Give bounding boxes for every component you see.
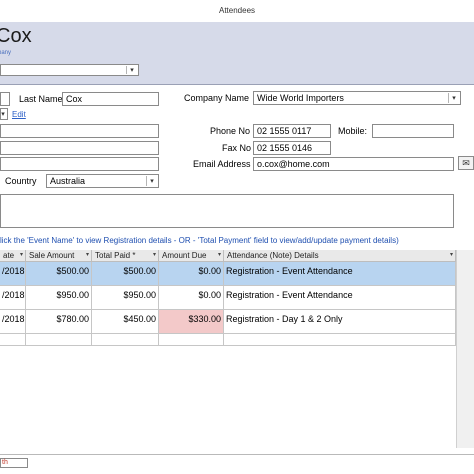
amount-due-cell[interactable]: $330.00 <box>159 310 224 333</box>
sale-amount-cell[interactable]: $950.00 <box>26 286 92 309</box>
sale-amount-cell[interactable]: $780.00 <box>26 310 92 333</box>
total-paid-cell[interactable]: $500.00 <box>92 262 159 285</box>
empty-cell[interactable] <box>159 334 224 345</box>
country-value: Australia <box>50 176 86 186</box>
column-header-amount-due[interactable]: Amount Due ▾ <box>159 250 224 262</box>
chevron-down-icon[interactable]: ▾ <box>146 176 157 186</box>
amount-due-cell[interactable]: $0.00 <box>159 262 224 285</box>
empty-cell[interactable] <box>92 334 159 345</box>
title-combo[interactable]: ▾ <box>0 108 8 120</box>
fax-field[interactable]: 02 1555 0146 <box>253 141 331 155</box>
footer-divider <box>0 454 474 455</box>
mobile-label: Mobile: <box>338 126 368 136</box>
window-title: Attendees <box>0 0 474 23</box>
header-divider <box>0 84 474 85</box>
attendance-details-cell[interactable]: Registration - Event Attendance <box>224 262 456 285</box>
email-field[interactable]: o.cox@home.com <box>253 157 454 171</box>
address-line-3-field[interactable] <box>0 157 159 171</box>
column-header-sale-amount[interactable]: Sale Amount ▾ <box>26 250 92 262</box>
company-name-value: Wide World Importers <box>257 93 344 103</box>
first-name-field[interactable] <box>0 92 10 106</box>
record-selector-combo[interactable]: ▾ <box>0 64 139 76</box>
table-row[interactable]: /2018 $500.00 $500.00 $0.00 Registration… <box>0 262 456 286</box>
amount-due-cell[interactable]: $0.00 <box>159 286 224 309</box>
empty-cell[interactable] <box>26 334 92 345</box>
column-header-date[interactable]: ate ▾ <box>0 250 26 262</box>
phone-label: Phone No <box>210 126 251 136</box>
attendance-details-cell[interactable]: Registration - Event Attendance <box>224 286 456 309</box>
envelope-icon[interactable]: ✉ <box>458 156 474 170</box>
table-row[interactable]: /2018 $780.00 $450.00 $330.00 Registrati… <box>0 310 456 334</box>
grid-scrollbar[interactable] <box>456 250 474 448</box>
total-paid-cell[interactable]: $450.00 <box>92 310 159 333</box>
phone-field[interactable]: 02 1555 0117 <box>253 124 331 138</box>
email-label: Email Address <box>193 159 251 169</box>
column-header-attendance-details[interactable]: Attendance (Note) Details ▾ <box>224 250 456 262</box>
company-name-combo[interactable]: Wide World Importers ▾ <box>253 91 461 105</box>
empty-cell[interactable] <box>224 334 456 345</box>
record-title: Cox <box>0 25 32 47</box>
sale-amount-cell[interactable]: $500.00 <box>26 262 92 285</box>
company-tab-fragment[interactable]: pany <box>0 50 18 62</box>
country-combo[interactable]: Australia ▾ <box>46 174 159 188</box>
record-nav-box[interactable]: th <box>0 458 28 468</box>
chevron-down-icon[interactable]: ▾ <box>448 93 459 103</box>
empty-cell[interactable] <box>0 334 26 345</box>
notes-field[interactable] <box>0 194 454 228</box>
last-name-field[interactable]: Cox <box>62 92 159 106</box>
table-row[interactable]: /2018 $950.00 $950.00 $0.00 Registration… <box>0 286 456 310</box>
column-header-total-paid[interactable]: Total Paid * ▾ <box>92 250 159 262</box>
instructions-text: lick the 'Event Name' to view Registrati… <box>0 236 399 245</box>
edit-link[interactable]: Edit <box>12 110 26 119</box>
company-name-label: Company Name <box>184 93 250 103</box>
address-line-1-field[interactable] <box>0 124 159 138</box>
event-date-cell[interactable]: /2018 <box>0 262 26 285</box>
chevron-down-icon[interactable]: ▾ <box>126 66 137 74</box>
table-row[interactable] <box>0 334 456 346</box>
chevron-down-icon[interactable]: ▾ <box>1 110 6 118</box>
address-line-2-field[interactable] <box>0 141 159 155</box>
fax-label: Fax No <box>222 143 252 153</box>
attendance-details-cell[interactable]: Registration - Day 1 & 2 Only <box>224 310 456 333</box>
country-label: Country <box>5 176 37 186</box>
mobile-field[interactable] <box>372 124 454 138</box>
event-date-cell[interactable]: /2018 <box>0 310 26 333</box>
total-paid-cell[interactable]: $950.00 <box>92 286 159 309</box>
last-name-label: Last Name <box>19 94 63 104</box>
event-date-cell[interactable]: /2018 <box>0 286 26 309</box>
